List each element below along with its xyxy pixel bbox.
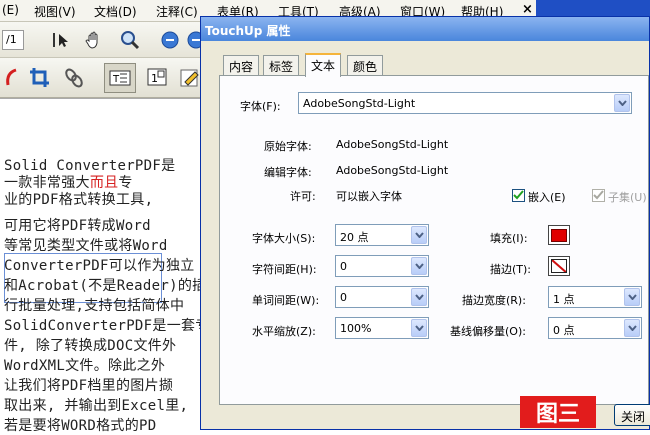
original-font-label: 原始字体:: [264, 140, 312, 153]
horizontal-scale-value: 100%: [340, 322, 372, 335]
svg-text:1: 1: [151, 72, 158, 85]
touchup-object-icon[interactable]: 1: [146, 66, 170, 90]
subset-label: 子集(U): [608, 191, 647, 204]
doc-line: 业的PDF格式转换工具,: [4, 192, 154, 208]
figure-label: 图三: [520, 396, 596, 428]
doc-line: SolidConverterPDF是一套专: [4, 318, 210, 334]
font-label: 字体(F):: [240, 100, 281, 113]
edit-font-value: AdobeSongStd-Light: [336, 164, 449, 177]
edit-document-icon[interactable]: [178, 66, 202, 90]
chevron-down-icon[interactable]: [614, 94, 630, 112]
stroke-width-select[interactable]: 1 点: [548, 286, 642, 308]
edit-toolbar: T 1: [0, 58, 210, 98]
tab-tags[interactable]: 标签: [263, 55, 300, 75]
chevron-down-icon[interactable]: [411, 226, 427, 244]
doc-line: 和Acrobat(不是Reader)的插: [4, 278, 207, 294]
tab-text[interactable]: 文本: [305, 53, 342, 77]
word-spacing-select[interactable]: 0: [335, 286, 429, 308]
permission-label: 许可:: [290, 190, 316, 203]
chevron-down-icon[interactable]: [411, 319, 427, 337]
navigation-toolbar: /1: [0, 22, 210, 58]
font-size-value: 20 点: [340, 231, 369, 244]
doc-line: ConverterPDF可以作为独立: [4, 258, 195, 274]
menu-document[interactable]: 文档(D): [94, 3, 137, 20]
no-color-icon: [551, 259, 567, 273]
document-close-button[interactable]: ×: [522, 2, 533, 17]
font-select[interactable]: AdobeSongStd-Light: [298, 92, 632, 114]
touchup-properties-dialog: TouchUp 属性 内容 标签 文本 颜色 字体(F): AdobeSongS…: [200, 16, 650, 430]
stroke-width-label: 描边宽度(R):: [462, 294, 526, 307]
menu-view[interactable]: 视图(V): [34, 3, 76, 20]
permission-value: 可以嵌入字体: [336, 190, 402, 203]
char-spacing-label: 字符间距(H):: [252, 263, 317, 276]
subset-checkbox[interactable]: [592, 189, 605, 202]
page-number-field[interactable]: /1: [2, 30, 24, 50]
word-spacing-label: 单词间距(W):: [252, 294, 320, 307]
fill-color-swatch: [551, 228, 567, 242]
baseline-offset-label: 基线偏移量(O):: [450, 325, 526, 338]
svg-text:T: T: [112, 74, 120, 85]
link-tool-icon[interactable]: [62, 66, 86, 90]
dialog-titlebar[interactable]: TouchUp 属性: [201, 17, 649, 41]
doc-line: 行批量处理,支持包括简体中: [4, 298, 185, 314]
doc-line: 可用它将PDF转成Word: [4, 218, 151, 234]
menu-edit[interactable]: (E): [2, 3, 19, 17]
select-text-icon[interactable]: [48, 28, 72, 52]
doc-line: 件, 除了转换成DOC文件外: [4, 338, 177, 354]
font-size-select[interactable]: 20 点: [335, 224, 429, 246]
edit-font-label: 编辑字体:: [264, 166, 312, 179]
hand-tool-icon[interactable]: [82, 28, 106, 52]
char-spacing-value: 0: [340, 260, 347, 273]
original-font-value: AdobeSongStd-Light: [336, 138, 449, 151]
chevron-down-icon[interactable]: [624, 319, 640, 337]
embed-checkbox[interactable]: [512, 189, 525, 202]
font-size-label: 字体大小(S):: [252, 232, 316, 245]
font-select-value: AdobeSongStd-Light: [303, 97, 416, 110]
touchup-text-icon[interactable]: T: [104, 63, 136, 93]
stroke-color-button[interactable]: [548, 256, 570, 276]
char-spacing-select[interactable]: 0: [335, 255, 429, 277]
embed-label: 嵌入(E): [528, 191, 566, 204]
doc-line: 等常见类型文件或将Word: [4, 238, 168, 254]
menu-comments[interactable]: 注释(C): [156, 3, 198, 20]
dialog-title: TouchUp 属性: [205, 24, 291, 38]
tab-color[interactable]: 颜色: [347, 55, 384, 75]
doc-line: WordXML文件。除此之外: [4, 358, 166, 374]
baseline-offset-select[interactable]: 0 点: [548, 317, 642, 339]
zoom-icon[interactable]: [118, 28, 142, 52]
word-spacing-value: 0: [340, 291, 347, 304]
crop-tool-icon[interactable]: [28, 66, 52, 90]
chevron-down-icon[interactable]: [624, 288, 640, 306]
stroke-label: 描边(T):: [490, 263, 532, 276]
baseline-offset-value: 0 点: [553, 324, 575, 337]
fill-color-button[interactable]: [548, 225, 570, 245]
chevron-down-icon[interactable]: [411, 288, 427, 306]
horizontal-scale-label: 水平缩放(Z):: [252, 325, 316, 338]
fill-label: 填充(I):: [490, 232, 528, 245]
horizontal-scale-select[interactable]: 100%: [335, 317, 429, 339]
doc-line: 若是要将WORD格式的PD: [4, 418, 157, 434]
tab-content[interactable]: 内容: [223, 55, 260, 75]
doc-line: 取出来, 并输出到Excel里,: [4, 398, 189, 414]
document-page: Solid ConverterPDF是 一款非常强大而且专 业的PDF格式转换工…: [0, 98, 210, 434]
chevron-down-icon[interactable]: [411, 257, 427, 275]
stroke-width-value: 1 点: [553, 293, 575, 306]
close-button[interactable]: 关闭: [614, 404, 650, 426]
text-tab-panel: 字体(F): AdobeSongStd-Light 原始字体: AdobeSon…: [219, 75, 649, 405]
undo-arrow-icon[interactable]: [0, 66, 24, 90]
zoom-out-icon[interactable]: [158, 28, 182, 52]
doc-line: 让我们将PDF档里的图片撷: [4, 378, 174, 394]
